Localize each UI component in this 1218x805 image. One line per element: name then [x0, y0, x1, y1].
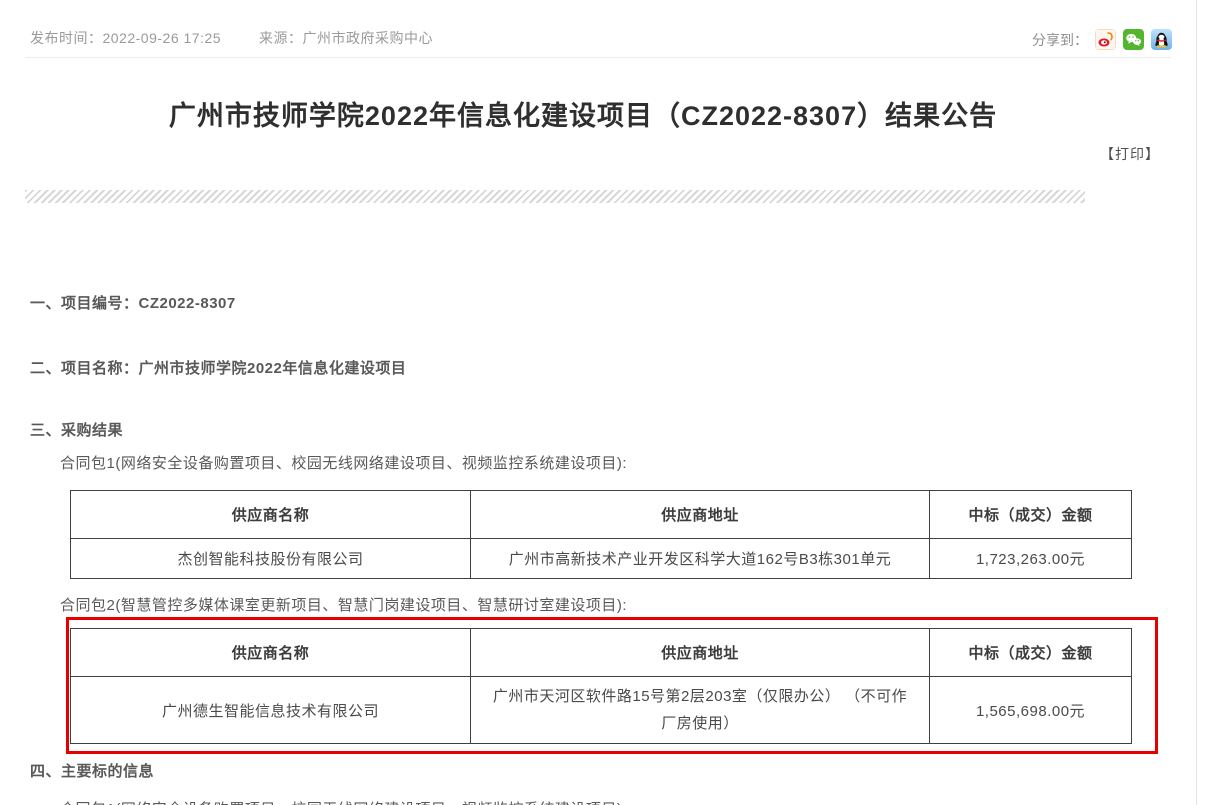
meta-bar: 发布时间：2022-09-26 17:25 来源：广州市政府采购中心 [30, 28, 433, 48]
source-value: 广州市政府采购中心 [303, 30, 434, 46]
share-bar: 分享到： [1032, 29, 1172, 50]
table-header-row: 供应商名称 供应商地址 中标（成交）金额 [71, 491, 1132, 539]
lot2-supplier-name: 广州德生智能信息技术有限公司 [71, 677, 471, 744]
header-supplier-address: 供应商地址 [471, 629, 930, 677]
section-procurement-result: 三、采购结果 [30, 419, 123, 440]
header-supplier-name: 供应商名称 [71, 629, 471, 677]
table-header-row: 供应商名称 供应商地址 中标（成交）金额 [71, 629, 1132, 677]
qq-share-icon[interactable] [1151, 29, 1172, 50]
hatched-divider [25, 190, 1085, 203]
header-supplier-name: 供应商名称 [71, 491, 471, 539]
header-award-amount: 中标（成交）金额 [930, 491, 1132, 539]
header-award-amount: 中标（成交）金额 [930, 629, 1132, 677]
page-right-divider [1196, 0, 1197, 805]
lot2-label: 合同包2(智慧管控多媒体课室更新项目、智慧门岗建设项目、智慧研讨室建设项目): [60, 594, 627, 615]
section-project-name: 二、项目名称：广州市技师学院2022年信息化建设项目 [30, 357, 406, 378]
wechat-share-icon[interactable] [1123, 29, 1144, 50]
lot1-supplier-name: 杰创智能科技股份有限公司 [71, 539, 471, 579]
lot1-result-table: 供应商名称 供应商地址 中标（成交）金额 杰创智能科技股份有限公司 广州市高新技… [70, 490, 1132, 579]
section-main-bid-info: 四、主要标的信息 [30, 760, 154, 781]
meta-separator-line [25, 57, 1171, 58]
table-row: 杰创智能科技股份有限公司 广州市高新技术产业开发区科学大道162号B3栋301单… [71, 539, 1132, 579]
weibo-share-icon[interactable] [1095, 29, 1116, 50]
publish-time-value: 2022-09-26 17:25 [103, 30, 222, 46]
table-row: 广州德生智能信息技术有限公司 广州市天河区软件路15号第2层203室（仅限办公）… [71, 677, 1132, 744]
lot1-award-amount: 1,723,263.00元 [930, 539, 1132, 579]
lot2-supplier-address: 广州市天河区软件路15号第2层203室（仅限办公） （不可作厂房使用） [471, 677, 930, 744]
page-title: 广州市技师学院2022年信息化建设项目（CZ2022-8307）结果公告 [0, 94, 1166, 133]
section-project-number: 一、项目编号：CZ2022-8307 [30, 292, 236, 313]
lot2-award-amount: 1,565,698.00元 [930, 677, 1132, 744]
print-button[interactable]: 【打印】 [1100, 144, 1160, 164]
header-supplier-address: 供应商地址 [471, 491, 930, 539]
source-label: 来源： [259, 30, 303, 46]
share-label: 分享到： [1032, 30, 1088, 50]
announcement-page: 发布时间：2022-09-26 17:25 来源：广州市政府采购中心 分享到： [0, 0, 1218, 805]
publish-time-label: 发布时间： [30, 30, 103, 46]
lot1-supplier-address: 广州市高新技术产业开发区科学大道162号B3栋301单元 [471, 539, 930, 579]
lot1-detail-label-clipped: 合同包1(网络安全设备购置项目、校园无线网络建设项目、视频监控系统建设项目): [60, 798, 627, 805]
lot2-result-table: 供应商名称 供应商地址 中标（成交）金额 广州德生智能信息技术有限公司 广州市天… [70, 628, 1132, 744]
lot1-label: 合同包1(网络安全设备购置项目、校园无线网络建设项目、视频监控系统建设项目): [60, 452, 627, 473]
